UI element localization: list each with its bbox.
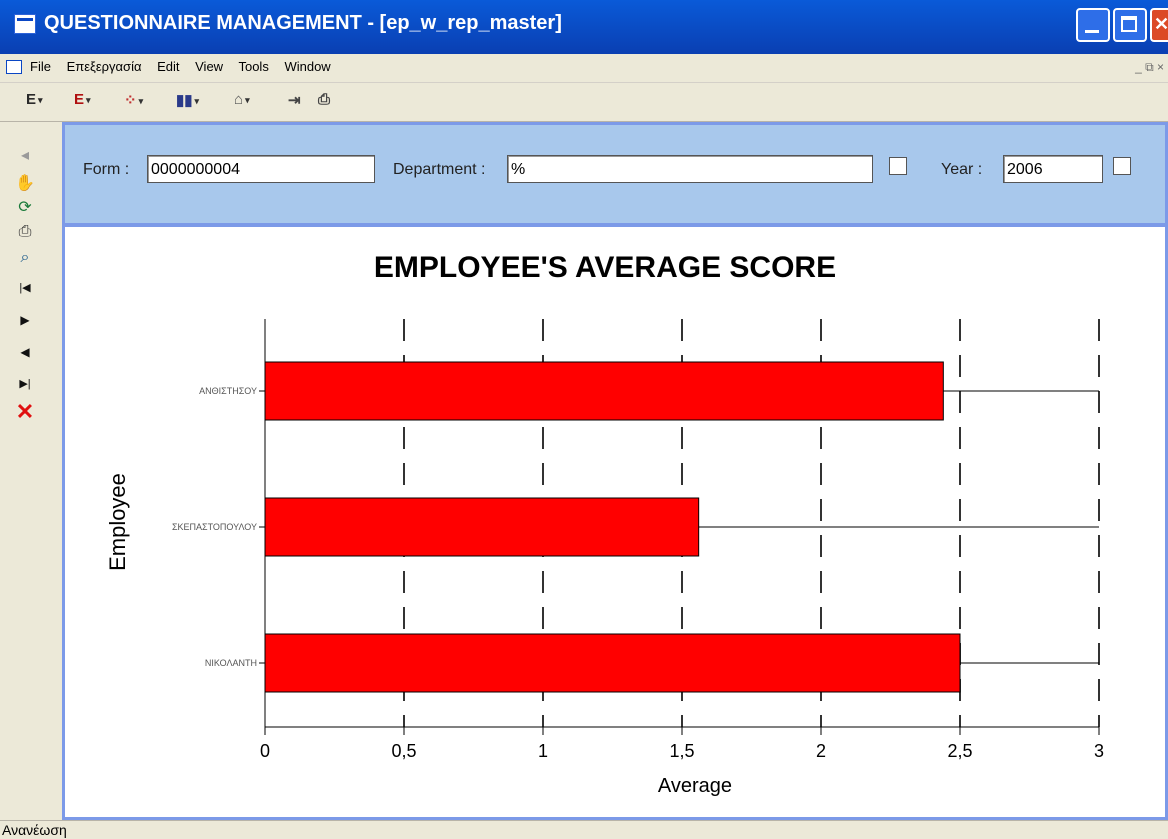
y-axis-label: Employee [105, 473, 130, 571]
x-tick-label: 1 [538, 741, 548, 761]
first-record-button[interactable]: |◀ [14, 278, 36, 298]
next-record-button[interactable]: ▶ [14, 310, 36, 330]
menu-file[interactable]: File [30, 59, 51, 74]
hand-button[interactable]: ✋ [14, 174, 36, 194]
chart-title: EMPLOYEE'S AVERAGE SCORE [374, 251, 836, 284]
preview-button[interactable]: ⌕ [14, 248, 36, 268]
mdi-controls[interactable]: _ ⧉ × [1135, 60, 1164, 75]
previous-record-icon: ◀ [20, 345, 30, 359]
close-button[interactable] [1150, 8, 1168, 42]
toolbar: E ▾ E ▾ ⁘ ▾ ▮▮ ▾ ⌂ ▾ ⇥ ⎙ [0, 83, 1168, 122]
building-button[interactable]: ⌂ ▾ [234, 91, 250, 115]
print-icon: ⎙ [318, 91, 331, 108]
print-button[interactable]: ⎙ [318, 91, 330, 115]
menu-bar: File Επεξεργασία Edit View Tools Window … [0, 54, 1168, 83]
building-icon: ⌂ [234, 91, 244, 108]
x-tick-label: 3 [1094, 741, 1104, 761]
bar [264, 361, 944, 421]
status-bar: Ανανέωση [0, 820, 1168, 839]
department-label: Department : [393, 161, 486, 178]
text-e-red-icon: E [74, 91, 85, 108]
x-tick-label: 1,5 [669, 741, 694, 761]
y-tick-label: ΣΚΕΠΑΣΤΟΠΟΥΛΟΥ [172, 522, 257, 532]
grid-button[interactable]: ⁘ ▾ [124, 91, 143, 115]
text-e-red-button[interactable]: E ▾ [74, 91, 91, 115]
form-field[interactable]: 0000000004 [147, 155, 375, 183]
print-side-button[interactable]: ⎙ [14, 222, 36, 242]
y-tick-label: ΑΝΘΙΣΤΗΣΟΥ [199, 386, 257, 396]
side-toolbar: ◂ ✋ ⟳ ⎙ ⌕ |◀ ▶ ◀ ▶| ✕ [0, 122, 50, 822]
bar-chart-button[interactable]: ▮▮ ▾ [176, 91, 199, 115]
year-label: Year : [941, 161, 983, 178]
document-icon[interactable] [6, 60, 22, 74]
filter-panel: Form : 0000000004 Department : % Year : … [65, 125, 1165, 227]
delete-icon: ✕ [15, 399, 35, 424]
menu-view[interactable]: View [195, 59, 223, 74]
previous-record-button[interactable]: ◀ [14, 342, 36, 362]
x-tick-label: 2 [816, 741, 826, 761]
average-score-chart: EMPLOYEE'S AVERAGE SCORE Average Employe… [105, 251, 1104, 797]
year-field[interactable]: 2006 [1003, 155, 1103, 183]
bars [264, 361, 1099, 693]
bar-chart-icon: ▮▮ [176, 92, 193, 109]
x-tick-label: 0 [260, 741, 270, 761]
x-tick-label: 2,5 [947, 741, 972, 761]
back-button[interactable]: ◂ [14, 146, 36, 166]
refresh-icon: ⟳ [18, 199, 32, 216]
text-e-button[interactable]: E ▾ [26, 91, 43, 115]
minimize-button[interactable] [1076, 8, 1110, 42]
first-record-icon: |◀ [19, 282, 31, 294]
last-record-button[interactable]: ▶| [14, 374, 36, 394]
y-tick-labels: ΑΝΘΙΣΤΗΣΟΥ ΣΚΕΠΑΣΤΟΠΟΥΛΟΥ ΝΙΚΟΛΑΝΤΗ [172, 386, 265, 668]
menu-tools[interactable]: Tools [238, 59, 268, 74]
print-icon: ⎙ [18, 223, 32, 240]
delete-button[interactable]: ✕ [14, 399, 36, 424]
last-record-icon: ▶| [19, 378, 31, 390]
hand-icon: ✋ [15, 175, 35, 192]
bar [264, 633, 961, 693]
department-field[interactable]: % [507, 155, 873, 183]
window-title: QUESTIONNAIRE MANAGEMENT - [ep_w_rep_mas… [44, 12, 562, 34]
text-e-icon: E [26, 91, 37, 108]
menu-window[interactable]: Window [284, 59, 330, 74]
panel-divider [50, 122, 62, 822]
x-tick-labels: 0 0,5 1 1,5 2 2,5 3 [260, 727, 1104, 761]
back-icon: ◂ [20, 147, 30, 164]
refresh-button[interactable]: ⟳ [14, 198, 36, 218]
menu-edit[interactable]: Edit [157, 59, 179, 74]
x-axis-label: Average [658, 775, 732, 797]
menu-epexergasia[interactable]: Επεξεργασία [67, 59, 142, 74]
grid-icon: ⁘ [124, 92, 137, 109]
title-bar: QUESTIONNAIRE MANAGEMENT - [ep_w_rep_mas… [0, 0, 1168, 54]
y-tick-label: ΝΙΚΟΛΑΝΤΗ [205, 658, 257, 668]
chart-area: EMPLOYEE'S AVERAGE SCORE Average Employe… [65, 227, 1165, 817]
next-record-icon: ▶ [20, 313, 30, 327]
app-icon [14, 14, 36, 34]
form-label: Form : [83, 161, 130, 178]
exit-button[interactable]: ⇥ [288, 91, 301, 115]
report-window: Form : 0000000004 Department : % Year : … [62, 122, 1168, 820]
department-checkbox[interactable] [889, 157, 907, 175]
exit-icon: ⇥ [288, 92, 301, 109]
x-tick-label: 0,5 [391, 741, 416, 761]
bar [264, 497, 700, 557]
maximize-button[interactable] [1113, 8, 1147, 42]
year-checkbox[interactable] [1113, 157, 1131, 175]
preview-icon: ⌕ [20, 249, 30, 266]
